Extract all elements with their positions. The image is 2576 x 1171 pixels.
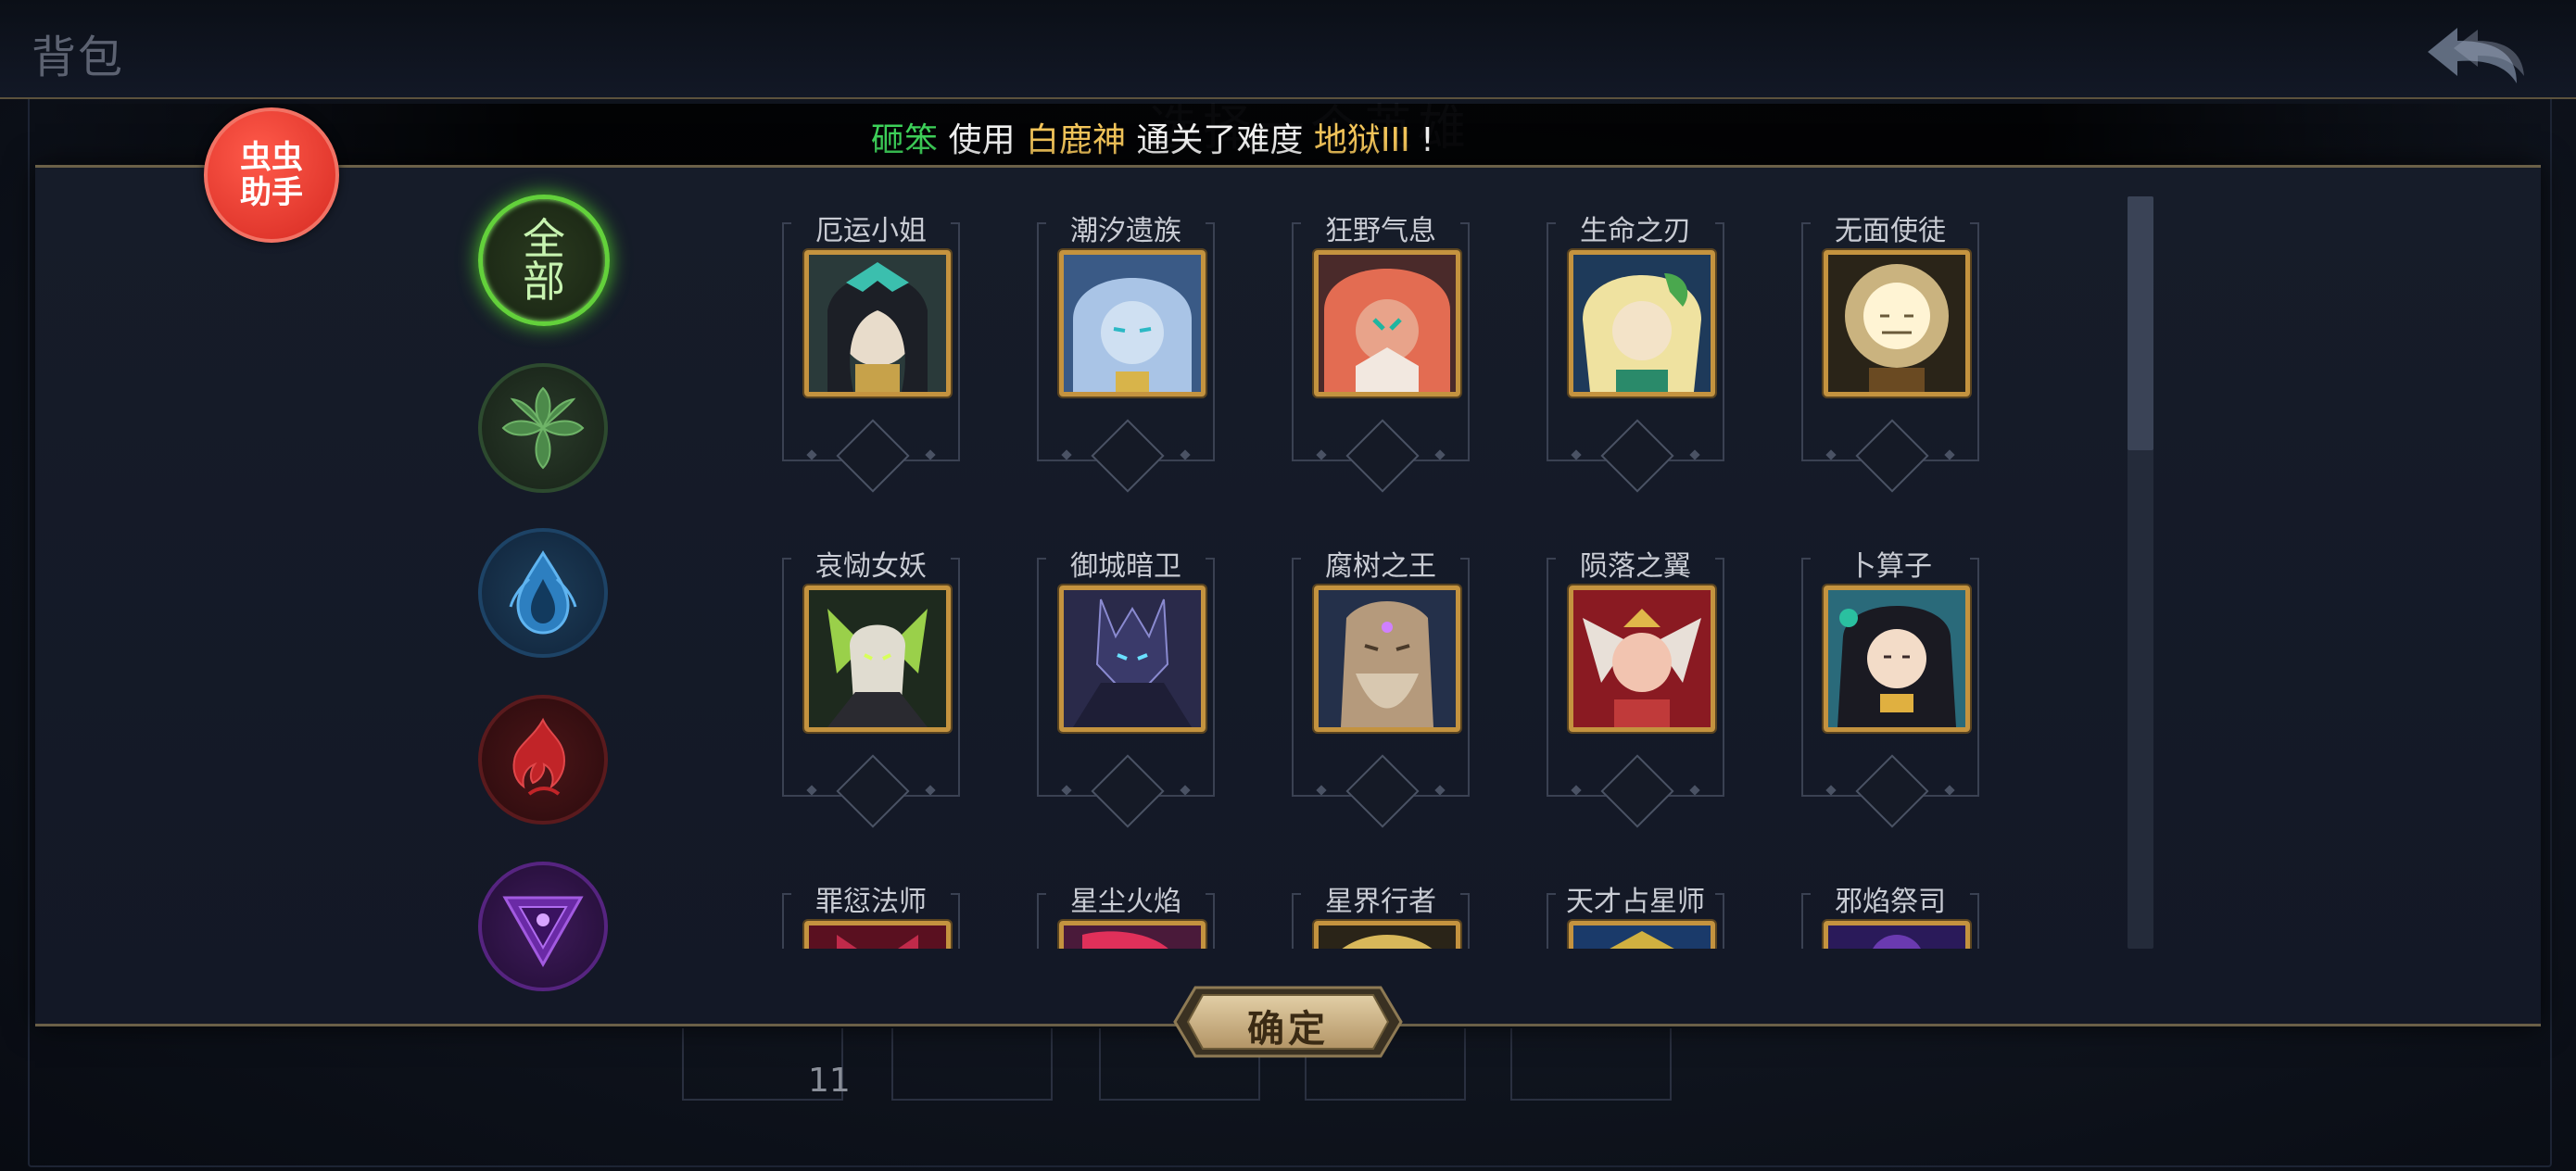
hero-card[interactable]: 罪愆法师 (769, 865, 973, 949)
filter-fire[interactable] (478, 695, 608, 825)
water-drop-icon (509, 550, 577, 635)
hero-name: 厄运小姐 (815, 215, 927, 247)
hero-name: 哀恸女妖 (815, 550, 927, 583)
bag-slot-count: 11 (808, 1062, 851, 1100)
hero-card[interactable]: 陨落之翼 (1534, 530, 1737, 828)
hero-portrait (1314, 250, 1460, 397)
hero-portrait (1569, 250, 1715, 397)
scrollbar-thumb[interactable] (2128, 196, 2153, 450)
hero-portrait (1314, 586, 1460, 732)
hero-name: 星尘火焰 (1070, 886, 1181, 918)
hero-card[interactable]: 生命之刃 (1534, 195, 1737, 493)
chongchong-helper-badge[interactable]: 虫虫助手 (204, 107, 339, 243)
hero-portrait (1059, 586, 1206, 732)
hero-name: 生命之刃 (1580, 215, 1691, 247)
flame-icon (512, 717, 566, 796)
filter-arcane[interactable] (478, 862, 608, 991)
hero-portrait (1059, 921, 1206, 949)
confirm-button[interactable]: 确定 (1173, 984, 1403, 1060)
hero-portrait (804, 250, 951, 397)
hero-card[interactable]: 御城暗卫 (1024, 530, 1228, 828)
hero-card[interactable]: 腐树之王 (1279, 530, 1483, 828)
hero-name: 潮汐遗族 (1070, 215, 1181, 247)
announcement-text: 砸笨 使用 白鹿神 通关了难度 地狱III ! (871, 113, 1434, 161)
hero-card[interactable]: 邪焰祭司 (1788, 865, 1992, 949)
back-arrow-icon (2428, 28, 2524, 83)
announcement-text2: 通关了难度 (1136, 121, 1304, 159)
hero-portrait (1059, 250, 1206, 397)
element-filter-list: 全部 (478, 195, 610, 991)
hero-card[interactable]: 无面使徒 (1788, 195, 1992, 493)
hero-name: 无面使徒 (1835, 215, 1946, 247)
hero-card[interactable]: 哀恸女妖 (769, 530, 973, 828)
filter-all-label: 全部 (523, 214, 565, 307)
announcement-text3: ! (1421, 121, 1434, 159)
hero-portrait (804, 921, 951, 949)
hero-card[interactable]: 星界行者 (1279, 865, 1483, 949)
badge-label: 虫虫助手 (240, 139, 303, 211)
hero-name: 卜算子 (1849, 550, 1932, 583)
hero-card[interactable]: 卜算子 (1788, 530, 1992, 828)
hero-portrait (1569, 586, 1715, 732)
leaf-icon (501, 386, 585, 470)
hero-grid: 厄运小姐 潮汐遗族 狂野气息 生命之刃 无面使徒 哀恸女妖 御城暗卫 腐树之王 … (769, 195, 2011, 949)
hero-list-scrollbar[interactable] (2128, 196, 2153, 949)
hero-portrait (804, 586, 951, 732)
announcement-text1: 使用 (948, 121, 1016, 159)
hero-portrait (1824, 250, 1970, 397)
arcane-triangle-icon (502, 896, 584, 968)
hero-portrait (1569, 921, 1715, 949)
announcement-difficulty: 地狱III (1313, 121, 1410, 159)
bag-slot (891, 1028, 1053, 1101)
hero-card[interactable]: 狂野气息 (1279, 195, 1483, 493)
announcement-hero: 白鹿神 (1025, 121, 1126, 159)
top-bar: 背包 (0, 0, 2576, 99)
hero-card[interactable]: 厄运小姐 (769, 195, 973, 493)
hero-card[interactable]: 潮汐遗族 (1024, 195, 1228, 493)
hero-portrait (1824, 586, 1970, 732)
hero-portrait (1824, 921, 1970, 949)
hero-name: 罪愆法师 (815, 886, 927, 918)
hero-name: 天才占星师 (1566, 886, 1705, 918)
hero-name: 腐树之王 (1325, 550, 1436, 583)
filter-water[interactable] (478, 528, 608, 658)
confirm-label: 确定 (1247, 1008, 1329, 1051)
announcement-player: 砸笨 (871, 121, 939, 159)
hero-name: 御城暗卫 (1070, 550, 1181, 583)
hero-card[interactable]: 星尘火焰 (1024, 865, 1228, 949)
background-slots (676, 1028, 2289, 1102)
bag-slot (1510, 1028, 1672, 1101)
filter-all[interactable]: 全部 (478, 195, 610, 326)
hero-name: 邪焰祭司 (1835, 886, 1946, 918)
back-button[interactable] (2420, 17, 2532, 91)
hero-card[interactable]: 天才占星师 (1534, 865, 1737, 949)
bag-title: 背包 (32, 31, 125, 83)
hero-name: 狂野气息 (1325, 215, 1436, 247)
hero-portrait (1314, 921, 1460, 949)
hero-name: 陨落之翼 (1580, 550, 1691, 583)
hero-name: 星界行者 (1325, 886, 1436, 918)
filter-nature[interactable] (478, 363, 608, 493)
